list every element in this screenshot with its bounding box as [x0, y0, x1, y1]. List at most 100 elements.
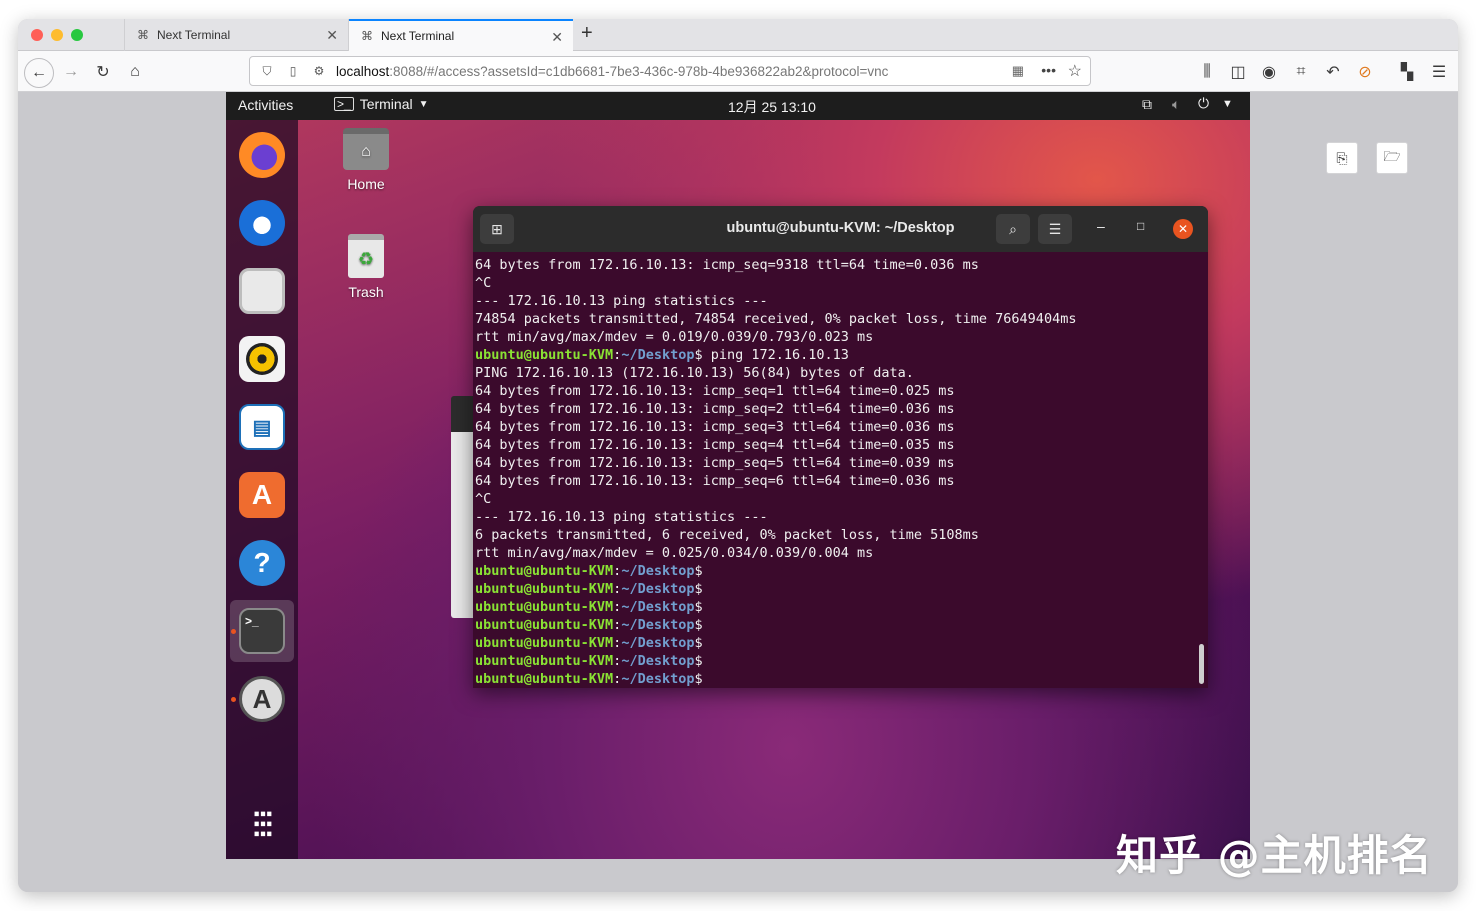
- terminal-menu-icon[interactable]: ☰: [1038, 214, 1072, 244]
- maximize-icon[interactable]: □: [1137, 219, 1144, 233]
- tab-bar: ⌘ Next Terminal ✕ ⌘ Next Terminal ✕ +: [18, 19, 1458, 51]
- library-icon[interactable]: ⫼: [1194, 59, 1220, 85]
- prompt-user: ubuntu@ubuntu-KVM: [475, 671, 614, 687]
- terminal-line: 64 bytes from 172.16.10.13: icmp_seq=5 t…: [475, 455, 955, 471]
- close-tab-icon[interactable]: ✕: [326, 27, 338, 44]
- terminal-line: ^C: [475, 491, 492, 507]
- close-icon[interactable]: ✕: [1173, 219, 1193, 239]
- home-label: Home: [347, 176, 385, 192]
- page-actions-icon[interactable]: •••: [1041, 62, 1056, 78]
- terminal-line: 64 bytes from 172.16.10.13: icmp_seq=931…: [475, 257, 979, 273]
- close-window-button[interactable]: [31, 29, 43, 41]
- terminal-line: rtt min/avg/max/mdev = 0.019/0.039/0.793…: [475, 329, 874, 345]
- url-text[interactable]: localhost:8088/#/access?assetsId=c1db668…: [336, 64, 888, 79]
- terminal-output[interactable]: 64 bytes from 172.16.10.13: icmp_seq=931…: [475, 256, 1197, 688]
- page-content: Activities >_ Terminal ▼ 12月 25 13:10 ⧉ …: [18, 92, 1458, 892]
- hamburger-menu-icon[interactable]: ☰: [1426, 59, 1452, 85]
- file-manager-button[interactable]: 🗁︎: [1376, 142, 1408, 174]
- clock[interactable]: 12月 25 13:10: [728, 97, 816, 117]
- dock: ▤ A ? >_ A ∙∙∙ ∙∙∙ ∙∙∙: [226, 120, 298, 859]
- app-grid-icon[interactable]: ∙∙∙ ∙∙∙ ∙∙∙: [239, 800, 285, 850]
- back-button[interactable]: ←: [24, 58, 54, 88]
- terminal-header: ⊞ ubuntu@ubuntu-KVM: ~/Desktop ⌕ ☰ – □ ✕: [473, 206, 1208, 252]
- terminal-window[interactable]: ⊞ ubuntu@ubuntu-KVM: ~/Desktop ⌕ ☰ – □ ✕…: [473, 206, 1208, 688]
- forward-button[interactable]: →: [58, 59, 84, 85]
- prompt-user: ubuntu@ubuntu-KVM: [475, 653, 614, 669]
- zoom-window-button[interactable]: [71, 29, 83, 41]
- sidebar-toggle-icon[interactable]: ◫: [1225, 59, 1251, 85]
- rhythmbox-icon[interactable]: [239, 336, 285, 382]
- ubuntu-desktop: ▤ A ? >_ A ∙∙∙ ∙∙∙ ∙∙∙ ⌂ Home ♻ Trash ⊞ …: [226, 120, 1250, 859]
- terminal-prompt-line: ubuntu@ubuntu-KVM:~/Desktop$: [475, 670, 1197, 688]
- page-icon: ▯: [289, 64, 297, 78]
- account-icon[interactable]: ◉: [1256, 59, 1282, 85]
- reload-button[interactable]: ↻: [90, 59, 116, 85]
- terminal-line: 64 bytes from 172.16.10.13: icmp_seq=1 t…: [475, 383, 955, 399]
- writer-icon[interactable]: ▤: [239, 404, 285, 450]
- prompt-dir: ~/Desktop: [621, 617, 695, 633]
- prompt-user: ubuntu@ubuntu-KVM: [475, 599, 614, 615]
- tab-inactive[interactable]: ⌘ Next Terminal ✕: [124, 19, 349, 51]
- terminal-small-icon: >_: [334, 97, 354, 111]
- terminal-icon[interactable]: >_: [239, 608, 285, 654]
- app-menu-label: Terminal: [359, 96, 413, 112]
- permissions-icon[interactable]: ⚙: [310, 64, 328, 78]
- terminal-scrollbar[interactable]: [1199, 644, 1204, 684]
- terminal-line: 64 bytes from 172.16.10.13: icmp_seq=3 t…: [475, 419, 955, 435]
- prompt-user: ubuntu@ubuntu-KVM: [475, 347, 614, 363]
- prompt-dir: ~/Desktop: [621, 671, 695, 687]
- prompt-dir: ~/Desktop: [621, 563, 695, 579]
- activities-button[interactable]: Activities: [238, 97, 293, 113]
- terminal-line: 64 bytes from 172.16.10.13: icmp_seq=6 t…: [475, 473, 955, 489]
- help-icon[interactable]: ?: [239, 540, 285, 586]
- minimize-icon[interactable]: –: [1097, 218, 1105, 234]
- terminal-line: 6 packets transmitted, 6 received, 0% pa…: [475, 527, 979, 543]
- terminal-line: rtt min/avg/max/mdev = 0.025/0.034/0.039…: [475, 545, 874, 561]
- desktop-icon-home[interactable]: ⌂ Home: [331, 128, 401, 192]
- minimize-window-button[interactable]: [51, 29, 63, 41]
- extensions-icon[interactable]: ▚: [1394, 59, 1420, 85]
- shield-icon[interactable]: ⛉: [258, 64, 276, 79]
- clipboard-icon: ⎘: [1336, 149, 1348, 166]
- terminal-favicon-icon: ⌘: [137, 28, 149, 42]
- terminal-search-icon[interactable]: ⌕: [996, 214, 1030, 244]
- prompt-sign: $: [694, 563, 703, 579]
- blocker-extension-icon[interactable]: ⊘: [1352, 59, 1378, 85]
- browser-window: ⌘ Next Terminal ✕ ⌘ Next Terminal ✕ + ← …: [18, 19, 1458, 892]
- terminal-line: --- 172.16.10.13 ping statistics ---: [475, 293, 768, 309]
- running-indicator: [231, 697, 236, 702]
- qr-code-icon[interactable]: ▦: [1012, 63, 1024, 79]
- terminal-prompt-line: ubuntu@ubuntu-KVM:~/Desktop$: [475, 580, 1197, 598]
- terminal-prompt-line: ubuntu@ubuntu-KVM:~/Desktop$: [475, 616, 1197, 634]
- folder-open-icon: 🗁︎: [1383, 148, 1401, 164]
- volume-icon[interactable]: 🔈︎: [1172, 96, 1180, 113]
- screenshot-crop-icon[interactable]: ⌗: [1288, 59, 1314, 85]
- bookmark-star-icon[interactable]: ☆: [1068, 61, 1082, 81]
- system-menu-arrow-icon[interactable]: ▼: [1222, 98, 1233, 110]
- nav-bar: ← → ↻ ⌂ ⛉ ▯ ⚙ localhost:8088/#/access?as…: [18, 51, 1458, 92]
- new-tab-button[interactable]: +: [581, 22, 593, 45]
- url-bar[interactable]: ⛉ ▯ ⚙ localhost:8088/#/access?assetsId=c…: [249, 56, 1091, 86]
- power-icon[interactable]: ⏻: [1198, 95, 1209, 112]
- clipboard-button[interactable]: ⎘: [1326, 142, 1358, 174]
- vnc-screen[interactable]: Activities >_ Terminal ▼ 12月 25 13:10 ⧉ …: [226, 92, 1250, 859]
- files-icon[interactable]: [239, 268, 285, 314]
- network-icon[interactable]: ⧉: [1142, 96, 1152, 113]
- prompt-dir: ~/Desktop: [621, 653, 695, 669]
- prompt-dir: ~/Desktop: [621, 635, 695, 651]
- tab-active[interactable]: ⌘ Next Terminal ✕: [349, 19, 573, 51]
- firefox-icon[interactable]: [239, 132, 285, 178]
- prompt-sign: $: [694, 653, 703, 669]
- software-icon[interactable]: A: [239, 472, 285, 518]
- close-tab-icon[interactable]: ✕: [551, 29, 563, 46]
- app-menu[interactable]: >_ Terminal ▼: [334, 96, 429, 112]
- prompt-sign: $: [694, 635, 703, 651]
- trash-icon: ♻: [348, 234, 384, 278]
- updater-icon[interactable]: A: [239, 676, 285, 722]
- home-button[interactable]: ⌂: [122, 59, 148, 85]
- prompt-sign: $: [694, 599, 703, 615]
- desktop-icon-trash[interactable]: ♻ Trash: [331, 234, 401, 300]
- terminal-line: 64 bytes from 172.16.10.13: icmp_seq=2 t…: [475, 401, 955, 417]
- undo-icon[interactable]: ↶: [1320, 59, 1346, 85]
- thunderbird-icon[interactable]: [239, 200, 285, 246]
